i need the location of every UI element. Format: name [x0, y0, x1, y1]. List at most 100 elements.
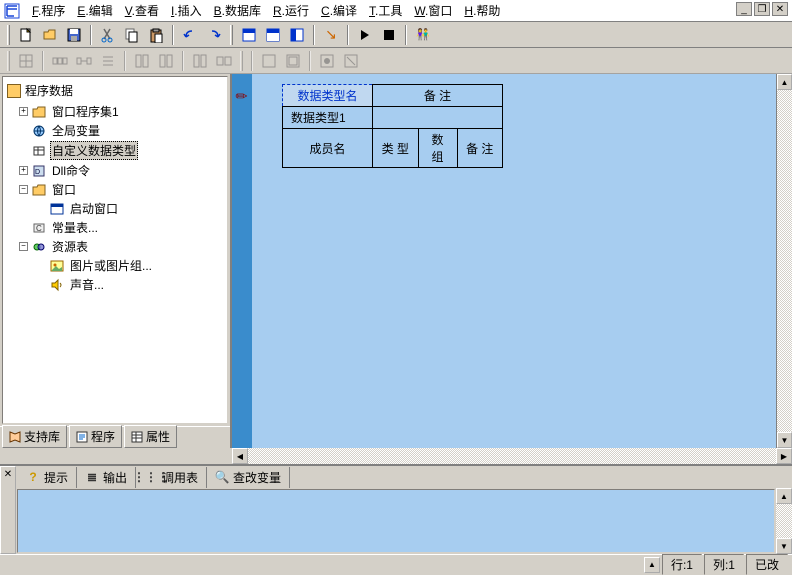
bottom-close-button[interactable]: ✕: [0, 466, 16, 554]
tree-node[interactable]: 启动窗口: [5, 199, 225, 218]
tree-node[interactable]: +DDll命令: [5, 161, 225, 180]
tree-title-label: 程序数据: [25, 82, 73, 99]
scroll-up-button[interactable]: ▲: [777, 74, 792, 90]
tb2-12: [340, 50, 362, 72]
editor-hscroll[interactable]: ◀ ▶: [232, 448, 792, 464]
close-button[interactable]: ✕: [772, 2, 788, 16]
tree-expander-icon[interactable]: +: [19, 166, 28, 175]
paste-button[interactable]: [145, 24, 167, 46]
tree-node-label: 窗口: [50, 181, 78, 198]
minimize-button[interactable]: _: [736, 2, 752, 16]
open-button[interactable]: [39, 24, 61, 46]
cell-datatype-value[interactable]: 数据类型1: [283, 107, 373, 129]
scroll-down-button[interactable]: ▼: [776, 538, 792, 554]
redo-button[interactable]: [203, 24, 225, 46]
bottom-tab[interactable]: ≣输出: [77, 467, 136, 488]
left-tab[interactable]: 支持库: [2, 425, 67, 448]
editor-content[interactable]: 数据类型名 备 注 数据类型1 成员名 类 型 数组 备 注: [252, 74, 776, 448]
menu-item[interactable]: E.编辑: [71, 0, 118, 21]
tree-expander-icon[interactable]: −: [19, 242, 28, 251]
data-icon: [32, 144, 46, 158]
save-button[interactable]: [63, 24, 85, 46]
bottom-tab[interactable]: ⋮⋮⋮调用表: [136, 467, 207, 488]
panel2-button[interactable]: [262, 24, 284, 46]
bottom-tab[interactable]: 🔍查改变量: [207, 467, 290, 488]
data-type-table[interactable]: 数据类型名 备 注 数据类型1 成员名 类 型 数组 备 注: [282, 84, 503, 168]
menu-item[interactable]: B.数据库: [208, 0, 267, 21]
win-icon: [50, 202, 64, 216]
cell-remark-header[interactable]: 备 注: [373, 85, 503, 107]
scroll-up-button[interactable]: ▲: [776, 488, 792, 504]
res-icon: [32, 240, 46, 254]
tree-node[interactable]: 自定义数据类型: [5, 140, 225, 161]
tree-node-label: 图片或图片组...: [68, 257, 154, 274]
tab-icon: ⋮⋮⋮: [144, 470, 158, 484]
cell-member-name[interactable]: 成员名: [283, 129, 373, 168]
tb2-3: [73, 50, 95, 72]
scroll-left-button[interactable]: ◀: [232, 448, 248, 464]
left-tab[interactable]: 属性: [124, 425, 177, 448]
tree-view[interactable]: 程序数据 +窗口程序集1全局变量自定义数据类型+DDll命令−窗口启动窗口C常量…: [2, 76, 228, 424]
bottom-tab[interactable]: ?提示: [18, 467, 77, 488]
tree-node[interactable]: C常量表...: [5, 218, 225, 237]
svg-text:D: D: [35, 169, 40, 176]
tree-expander-icon[interactable]: +: [19, 107, 28, 116]
bottom-panel: ✕ ?提示≣输出⋮⋮⋮调用表🔍查改变量 ▲ ▼: [0, 464, 792, 554]
menu-item[interactable]: W.窗口: [408, 0, 458, 21]
menu-item[interactable]: R.运行: [267, 0, 315, 21]
bottom-vscroll[interactable]: ▲ ▼: [776, 466, 792, 554]
tb2-2: [49, 50, 71, 72]
menu-item[interactable]: H.帮助: [458, 0, 506, 21]
tree-node[interactable]: − 窗口: [5, 180, 225, 199]
step-button[interactable]: ↘: [320, 24, 342, 46]
status-modified: 已改: [746, 554, 788, 575]
find-button[interactable]: 👫: [412, 24, 434, 46]
cell-type[interactable]: 类 型: [373, 129, 419, 168]
menu-item[interactable]: C.编译: [315, 0, 363, 21]
menu-item[interactable]: T.工具: [363, 0, 408, 21]
status-row: 行:1: [662, 554, 702, 575]
tree-node[interactable]: 全局变量: [5, 121, 225, 140]
run-button[interactable]: [354, 24, 376, 46]
scroll-track[interactable]: [248, 448, 776, 464]
output-area[interactable]: [17, 489, 775, 553]
toolbar-grip: [7, 25, 10, 45]
cell-array[interactable]: 数组: [418, 129, 457, 168]
tree-node[interactable]: −资源表: [5, 237, 225, 256]
cell-remark[interactable]: 备 注: [457, 129, 503, 168]
prop-icon: [131, 431, 143, 443]
tab-icon: 🔍: [215, 470, 229, 484]
snd-icon: [50, 278, 64, 292]
cell-remark-value[interactable]: [373, 107, 503, 129]
scroll-down-button[interactable]: ▼: [777, 432, 792, 448]
menu-item[interactable]: I.插入: [165, 0, 208, 21]
toolbar-secondary: [0, 48, 792, 74]
tb2-10: [282, 50, 304, 72]
panel1-button[interactable]: [238, 24, 260, 46]
undo-button[interactable]: [179, 24, 201, 46]
tree-node[interactable]: 声音...: [5, 275, 225, 294]
left-panel: 程序数据 +窗口程序集1全局变量自定义数据类型+DDll命令−窗口启动窗口C常量…: [0, 74, 232, 448]
menu-bar: F.程序E.编辑V.查看I.插入B.数据库R.运行C.编译T.工具W.窗口H.帮…: [0, 0, 792, 22]
new-button[interactable]: [15, 24, 37, 46]
bottom-tab-label: 提示: [44, 469, 68, 486]
cut-button[interactable]: [97, 24, 119, 46]
panel3-button[interactable]: [286, 24, 308, 46]
menu-item[interactable]: F.程序: [26, 0, 71, 21]
book-icon: [9, 431, 21, 443]
tree-node-label: 全局变量: [50, 122, 102, 139]
left-tab[interactable]: 程序: [69, 425, 122, 448]
editor-vscroll[interactable]: ▲ ▼: [776, 74, 792, 448]
status-up-button[interactable]: ▲: [644, 557, 660, 573]
tree-node[interactable]: 图片或图片组...: [5, 256, 225, 275]
menu-item[interactable]: V.查看: [119, 0, 165, 21]
restore-button[interactable]: ❐: [754, 2, 770, 16]
stop-button[interactable]: [378, 24, 400, 46]
copy-button[interactable]: [121, 24, 143, 46]
tree-expander-icon[interactable]: −: [19, 185, 28, 194]
scroll-right-button[interactable]: ▶: [776, 448, 792, 464]
scroll-track[interactable]: [777, 90, 792, 432]
tree-node[interactable]: + 窗口程序集1: [5, 102, 225, 121]
cell-datatype-name[interactable]: 数据类型名: [283, 85, 373, 107]
tree-node-label: 窗口程序集1: [50, 103, 121, 120]
